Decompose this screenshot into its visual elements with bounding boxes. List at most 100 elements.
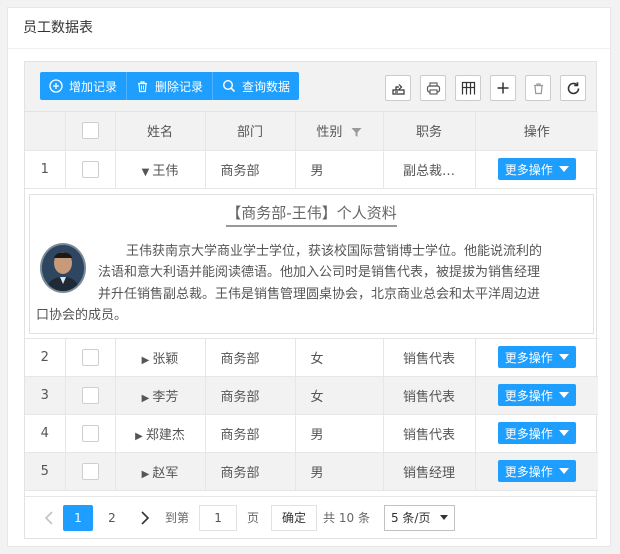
table-row[interactable]: 1 ▼ 王伟 商务部 男 副总裁… 更多操作	[25, 150, 598, 189]
filter-icon[interactable]	[351, 127, 362, 138]
row-name-cell[interactable]: ▶ 郑建杰	[115, 414, 206, 453]
page-1-button[interactable]: 1	[63, 504, 93, 531]
detail-row: 【商务部-王伟】个人资料 王伟获南京大学商业学士学位，获该校国际营销博士学位。他…	[25, 188, 598, 339]
table-row[interactable]: 2 ▶ 张颖 商务部 女 销售代表 更多操作	[25, 338, 598, 377]
row-index: 1	[25, 150, 66, 189]
data-panel: 员工数据表 增加记录 删除记录 查询数据 姓名 部门 性别 职务 操作 1 ▼ …	[7, 7, 611, 547]
page-unit-label: 页	[247, 511, 260, 525]
refresh-tool-button[interactable]	[560, 75, 586, 101]
row-dept: 商务部	[205, 376, 296, 415]
profile-title-text: 【商务部-王伟】个人资料	[226, 202, 397, 227]
refresh-icon	[567, 81, 579, 94]
row-checkbox[interactable]	[81, 424, 99, 442]
delete-tool-button[interactable]	[525, 75, 551, 101]
print-tool-button[interactable]	[420, 75, 446, 101]
prev-page-button[interactable]	[35, 505, 63, 531]
page-size-value: 5 条/页	[390, 510, 431, 525]
expand-arrow-icon[interactable]: ▶	[142, 393, 150, 404]
profile-bio-line: 口协会的成员。	[36, 308, 128, 323]
profile-title: 【商务部-王伟】个人资料	[30, 202, 593, 227]
plus-circle-icon	[49, 79, 63, 93]
row-checkbox[interactable]	[81, 386, 99, 404]
pagination: 1 2 到第 1 页 确定 共 10 条 5 条/页	[25, 496, 596, 538]
add-tool-button[interactable]	[490, 75, 516, 101]
add-record-button[interactable]: 增加记录	[40, 72, 128, 100]
caret-down-icon	[558, 392, 569, 398]
header-job[interactable]: 职务	[383, 112, 476, 151]
delete-record-button[interactable]: 删除记录	[127, 72, 214, 100]
total-count: 共 10 条	[323, 511, 370, 525]
header-name[interactable]: 姓名	[115, 112, 206, 151]
more-actions-button[interactable]: 更多操作	[497, 422, 576, 444]
header-dept[interactable]: 部门	[205, 112, 296, 151]
query-data-button[interactable]: 查询数据	[213, 72, 300, 100]
row-name-cell[interactable]: ▶ 李芳	[115, 376, 206, 415]
query-data-label: 查询数据	[242, 79, 291, 94]
row-gender: 男	[295, 414, 384, 453]
plus-icon	[497, 82, 509, 94]
expand-arrow-icon[interactable]: ▶	[142, 355, 150, 366]
goto-confirm-button[interactable]: 确定	[271, 504, 318, 531]
header-gender[interactable]: 性别	[295, 112, 384, 151]
print-icon	[426, 81, 440, 95]
row-dept: 商务部	[205, 338, 296, 377]
delete-record-label: 删除记录	[155, 79, 204, 94]
page-title: 员工数据表	[8, 8, 610, 49]
goto-page-input[interactable]: 1	[199, 504, 238, 531]
table-tools	[385, 75, 586, 101]
profile-bio-line: 王伟获南京大学商业学士学位，获该校国际营销博士学位。他能说流利的	[126, 243, 543, 259]
table-row[interactable]: 3 ▶ 李芳 商务部 女 销售代表 更多操作	[25, 376, 598, 415]
row-name-cell[interactable]: ▶ 张颖	[115, 338, 206, 377]
row-job: 销售代表	[383, 338, 476, 377]
page-2-button[interactable]: 2	[97, 505, 127, 531]
row-name-cell[interactable]: ▶ 赵军	[115, 452, 206, 491]
caret-down-icon	[558, 430, 569, 436]
more-actions-button[interactable]: 更多操作	[497, 384, 576, 406]
caret-down-icon	[558, 354, 569, 360]
add-record-label: 增加记录	[69, 79, 118, 94]
row-checkbox[interactable]	[81, 160, 99, 178]
row-action: 更多操作	[475, 414, 598, 453]
more-actions-button[interactable]: 更多操作	[497, 460, 576, 482]
profile-bio-line: 法语和意大利语并能阅读德语。他加入公司时是销售代表，被提拔为销售经理	[98, 265, 541, 280]
search-icon	[223, 79, 236, 93]
row-gender: 女	[295, 338, 384, 377]
table-row[interactable]: 4 ▶ 郑建杰 商务部 男 销售代表 更多操作	[25, 414, 598, 453]
collapse-arrow-icon[interactable]: ▼	[142, 167, 150, 178]
next-page-button[interactable]	[131, 505, 159, 531]
more-actions-button[interactable]: 更多操作	[497, 158, 576, 180]
chevron-down-icon	[440, 515, 449, 520]
row-gender: 男	[295, 150, 384, 189]
row-name: 张颖	[152, 351, 179, 367]
page-size-select[interactable]: 5 条/页	[383, 504, 456, 531]
select-all-checkbox[interactable]	[81, 122, 99, 140]
row-dept: 商务部	[205, 414, 296, 453]
more-actions-label: 更多操作	[504, 464, 553, 479]
row-select	[65, 338, 116, 377]
expand-arrow-icon[interactable]: ▶	[142, 469, 150, 480]
row-select	[65, 376, 116, 415]
row-index: 5	[25, 452, 66, 491]
export-tool-button[interactable]	[385, 75, 411, 101]
row-action: 更多操作	[475, 376, 598, 415]
toolbar-button-group: 增加记录 删除记录 查询数据	[40, 72, 300, 100]
row-checkbox[interactable]	[81, 462, 99, 480]
row-index: 2	[25, 338, 66, 377]
row-action: 更多操作	[475, 150, 598, 189]
row-name-cell[interactable]: ▼ 王伟	[115, 150, 206, 189]
columns-icon	[461, 81, 475, 94]
row-name: 赵军	[152, 465, 179, 481]
row-index: 4	[25, 414, 66, 453]
more-actions-label: 更多操作	[504, 426, 553, 441]
expand-arrow-icon[interactable]: ▶	[135, 431, 143, 442]
row-action: 更多操作	[475, 338, 598, 377]
row-checkbox[interactable]	[81, 348, 99, 366]
row-dept: 商务部	[205, 150, 296, 189]
columns-tool-button[interactable]	[455, 75, 481, 101]
chevron-right-icon	[141, 510, 150, 525]
header-index	[25, 112, 66, 151]
row-job: 销售代表	[383, 376, 476, 415]
table-row[interactable]: 5 ▶ 赵军 商务部 男 销售经理 更多操作	[25, 452, 598, 491]
more-actions-button[interactable]: 更多操作	[497, 346, 576, 368]
profile-bio-line: 并升任销售副总裁。王伟是销售管理圆桌协会，北京商业总会和太平洋周边进	[98, 286, 541, 302]
